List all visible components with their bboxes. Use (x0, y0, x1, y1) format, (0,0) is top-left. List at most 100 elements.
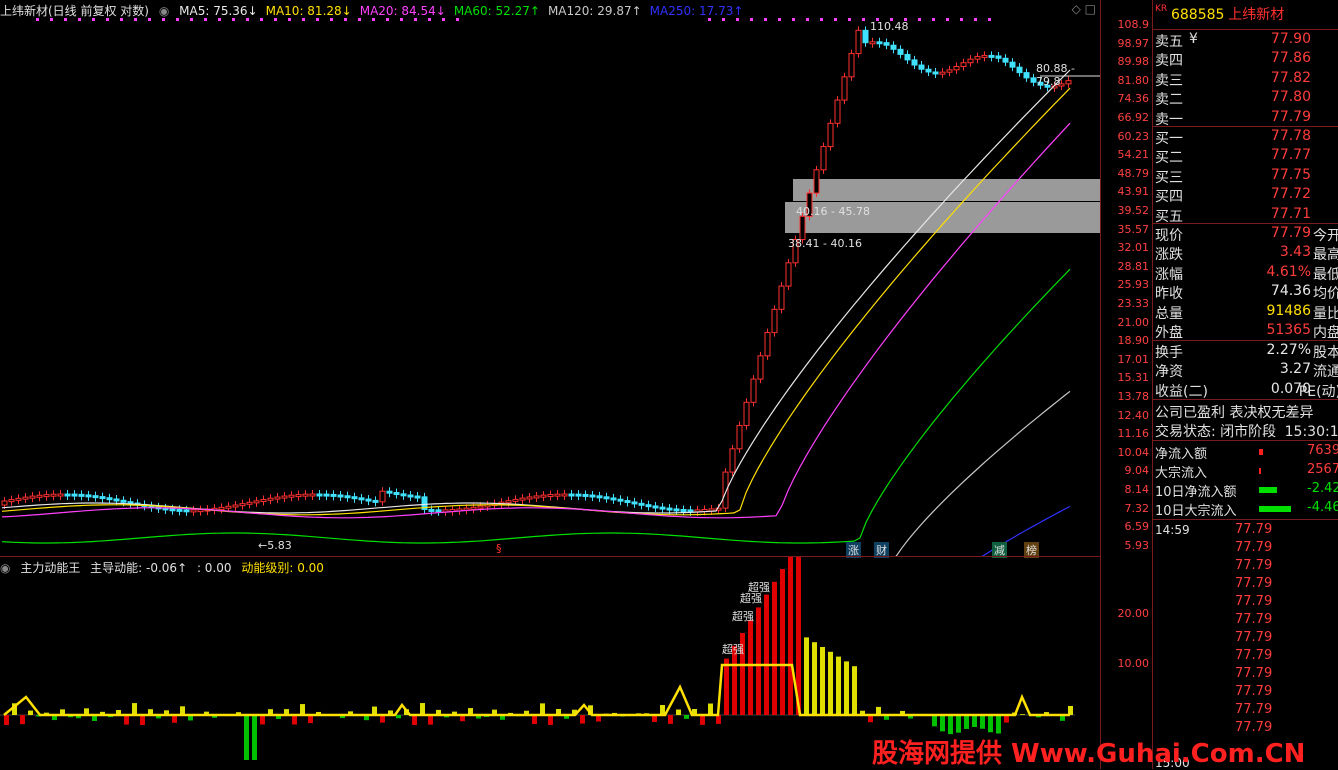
quote-row: 收益(二)0.070PE(动) (1155, 381, 1337, 400)
price-axis-tick: 28.81 (1118, 260, 1150, 273)
signal-dot (722, 18, 725, 21)
signal-dot (764, 18, 767, 21)
candle-body (30, 496, 35, 498)
candle-body (548, 495, 553, 497)
quote-row: 买四77.72 (1155, 186, 1337, 205)
quote-value: 4.61% (1267, 264, 1311, 280)
quote-value: 3.43 (1280, 244, 1311, 260)
price-axis-tick: 74.36 (1118, 92, 1150, 105)
indicator-bar (804, 637, 809, 715)
indicator-bar (28, 711, 33, 715)
candle-body (730, 449, 735, 472)
flow-label: 10日净流入额 (1155, 481, 1237, 500)
quote-label: 现价 (1155, 225, 1183, 245)
candle-body (821, 147, 826, 170)
ma5-line (2, 70, 1070, 513)
candle-body (611, 498, 616, 500)
indicator-bar (956, 715, 961, 733)
quote-row: 外盘51365内盘 (1155, 322, 1337, 341)
candle-body (646, 505, 651, 507)
candle-body (380, 491, 385, 502)
candle-body (520, 498, 525, 500)
candle-body (219, 507, 224, 509)
price-axis-tick: 10.04 (1118, 446, 1150, 459)
indicator-bar (932, 715, 937, 726)
quote-label: 收益(二) (1155, 381, 1208, 401)
signal-dot (134, 18, 137, 21)
candle-body (324, 494, 329, 496)
signal-dot (162, 18, 165, 21)
indicator-bar (844, 661, 849, 715)
tick-start-time: 14:59 (1155, 523, 1190, 537)
signal-dot (302, 18, 305, 21)
candle-body (345, 496, 350, 498)
candle-body (303, 494, 308, 496)
quote-label-2: 今开 (1313, 225, 1338, 245)
indicator-bar (420, 703, 425, 715)
indicator-bar (412, 715, 417, 725)
price-axis-tick: 39.52 (1118, 204, 1150, 217)
candle-body (618, 499, 623, 501)
quote-label: 买四 (1155, 186, 1183, 206)
price-axis-tick: 17.01 (1118, 353, 1150, 366)
quote-value: 77.71 (1271, 206, 1311, 222)
signal-dot (78, 18, 81, 21)
candle-body (688, 510, 693, 512)
quote-value: 77.82 (1271, 70, 1311, 86)
signal-dot (918, 18, 921, 21)
indicator-bar (980, 715, 985, 729)
quote-value: 77.86 (1271, 50, 1311, 66)
sub-axis-tick-20: 20.00 (1118, 607, 1150, 620)
candle-body (2, 501, 7, 505)
quote-row: 净资3.27流通 (1155, 361, 1337, 380)
candle-body (870, 42, 875, 44)
signal-dot (190, 18, 193, 21)
candle-body (940, 72, 945, 74)
trade-status-label: 交易状态: 闭市阶段 (1155, 424, 1276, 440)
candle-body (275, 497, 280, 499)
price-axis-tick: 48.79 (1118, 167, 1150, 180)
indicator-bar (972, 715, 977, 727)
indicator-bar (708, 704, 713, 715)
money-flow-row: 10日大宗流入-4.46 (1155, 500, 1337, 519)
signal-dot (834, 18, 837, 21)
candle-body (177, 509, 182, 511)
indicator-bar (532, 715, 537, 724)
quote-value: 77.75 (1271, 167, 1311, 183)
candle-body (408, 495, 413, 497)
quote-value: 77.90 (1271, 31, 1311, 47)
candle-body (891, 45, 896, 49)
candle-body (653, 506, 658, 508)
quote-value: 77.79 (1271, 109, 1311, 125)
candle-body (1003, 58, 1008, 62)
candle-body (996, 56, 1001, 58)
quote-label: 买二 (1155, 147, 1183, 167)
quote-label: 卖二 (1155, 89, 1183, 109)
indicator-bar (996, 715, 1001, 734)
indicator-bar (748, 620, 753, 715)
ask-mark: ¥ (1189, 31, 1198, 47)
candle-body (1010, 62, 1015, 67)
quote-row: 昨收74.36均价 (1155, 283, 1337, 302)
candle-body (989, 55, 994, 57)
candle-body (86, 495, 91, 497)
indicator-bar (988, 715, 993, 732)
gap-zone-label-2: 38.41 - 40.16 (788, 237, 862, 250)
quote-label-2: PE(动) (1299, 381, 1338, 401)
candle-body (436, 510, 441, 512)
flow-bar (1259, 449, 1263, 455)
candle-body (394, 493, 399, 495)
tick-price: 77.79 (1235, 666, 1272, 681)
price-chart-panel[interactable]: 上纬新材(日线 前复权 对数) ◉ MA5: 75.36↓MA10: 81.28… (0, 0, 1100, 556)
candle-body (296, 495, 301, 497)
event-marker-s[interactable]: § (496, 542, 502, 555)
quote-label-2: 均价 (1313, 283, 1338, 303)
tick-price: 77.79 (1235, 648, 1272, 663)
indicator-bar (124, 715, 129, 725)
signal-dot (36, 18, 39, 21)
indicator-bar (252, 715, 257, 760)
signal-dot (456, 18, 459, 21)
candle-body (352, 497, 357, 499)
candle-body (1017, 67, 1022, 72)
price-axis-tick: 54.21 (1118, 148, 1150, 161)
